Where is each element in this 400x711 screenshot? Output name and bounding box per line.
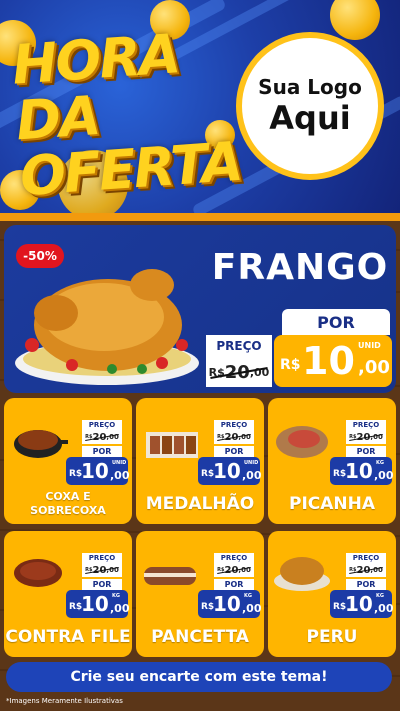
new-price-decimal: ,00 (358, 357, 390, 378)
old-price: R$20,00 (346, 563, 386, 577)
headline-line2: OFERTA (18, 129, 244, 209)
new-price: R$ 10 UNID ,00 (66, 457, 130, 485)
old-price-label: PREÇO (82, 420, 122, 430)
new-price-integer: 10 (81, 592, 109, 616)
headline-line1: HORA DA (10, 22, 181, 153)
new-price-label: POR (214, 579, 254, 590)
product-name: MEDALHÃO (145, 494, 255, 514)
old-price: R$20,00 (82, 430, 122, 444)
discount-badge: -50% (16, 244, 64, 268)
featured-product-card[interactable]: -50% FRANGO PREÇO R$ 20 ,00 POR R$ 10 UN… (4, 225, 396, 393)
old-price-label: PREÇO (82, 553, 122, 563)
headline: HORA DA OFERTA (10, 22, 243, 208)
header-divider (0, 213, 400, 221)
price-unit: KG (376, 593, 384, 599)
new-price-label: POR (346, 579, 386, 590)
new-price: R$ 10 UNID ,00 (274, 335, 392, 387)
old-price-label: PREÇO (346, 553, 386, 563)
new-price: R$ 10 KG ,00 (66, 590, 130, 618)
old-price: R$20,00 (346, 430, 386, 444)
old-price-label: PREÇO (346, 420, 386, 430)
old-price-label: PREÇO (206, 335, 272, 357)
skewers-icon (146, 432, 198, 458)
price-unit: KG (244, 593, 252, 599)
new-price-label: POR (82, 446, 122, 457)
new-price-integer: 10 (302, 339, 355, 383)
logo-placeholder[interactable]: Sua Logo Aqui (236, 32, 384, 180)
new-price: R$ 10 KG ,00 (330, 590, 394, 618)
price-unit: UNID (358, 341, 381, 350)
new-price-label: POR (214, 446, 254, 457)
chicken-leg-pan-icon (14, 430, 68, 458)
new-price-currency: R$ (280, 357, 301, 373)
product-card[interactable]: PREÇOR$20,00PORR$10KG,00PERU (268, 531, 396, 657)
product-name: PERU (306, 627, 358, 647)
new-price-decimal: ,00 (110, 469, 130, 482)
disclaimer-text: *Imagens Meramente Ilustrativas (6, 697, 123, 705)
featured-product-name: FRANGO (211, 247, 389, 288)
product-card[interactable]: PREÇOR$20,00PORR$10KG,00PANCETTA (136, 531, 264, 657)
coin-decoration (330, 0, 380, 40)
new-price-integer: 10 (81, 459, 109, 483)
price-unit: KG (112, 593, 120, 599)
new-price-decimal: ,00 (242, 469, 262, 482)
product-name: PICANHA (288, 494, 376, 514)
new-price-integer: 10 (345, 459, 373, 483)
new-price-decimal: ,00 (374, 602, 394, 615)
new-price-decimal: ,00 (242, 602, 262, 615)
old-price-label: PREÇO (214, 553, 254, 563)
old-price: R$20,00 (214, 563, 254, 577)
new-price: R$ 10 KG ,00 (330, 457, 394, 485)
product-card[interactable]: PREÇOR$20,00PORR$10UNID,00MEDALHÃO (136, 398, 264, 524)
old-price: R$20,00 (214, 430, 254, 444)
new-price-integer: 10 (213, 459, 241, 483)
new-price-decimal: ,00 (110, 602, 130, 615)
product-card[interactable]: PREÇOR$20,00PORR$10KG,00PICANHA (268, 398, 396, 524)
product-name: COXA E SOBRECOXA (30, 490, 106, 517)
new-price-label: POR (282, 309, 390, 335)
new-price: R$ 10 KG ,00 (198, 590, 262, 618)
logo-text-line2: Aqui (269, 99, 351, 137)
new-price-integer: 10 (213, 592, 241, 616)
product-name: CONTRA FILE (5, 627, 131, 647)
product-name: PANCETTA (151, 627, 249, 647)
new-price-label: POR (82, 579, 122, 590)
product-card[interactable]: PREÇOR$20,00PORR$10UNID,00COXA ESOBRECOX… (4, 398, 132, 524)
price-unit: UNID (112, 460, 127, 466)
new-price-decimal: ,00 (374, 469, 394, 482)
picanha-board-icon (276, 426, 328, 458)
header-banner: HORA DA OFERTA Sua Logo Aqui (0, 0, 400, 213)
steak-icon (14, 559, 62, 587)
new-price: R$ 10 UNID ,00 (198, 457, 262, 485)
new-price-label: POR (346, 446, 386, 457)
logo-text-line1: Sua Logo (258, 75, 362, 99)
pancetta-icon (144, 567, 196, 585)
cta-button[interactable]: Crie seu encarte com este tema! (6, 662, 392, 692)
old-price: R$ 20 ,00 (206, 357, 272, 387)
new-price-integer: 10 (345, 592, 373, 616)
roast-turkey-icon (274, 557, 330, 591)
price-unit: UNID (244, 460, 259, 466)
price-unit: KG (376, 460, 384, 466)
old-price-label: PREÇO (214, 420, 254, 430)
old-price: R$20,00 (82, 563, 122, 577)
product-card[interactable]: PREÇOR$20,00PORR$10KG,00CONTRA FILE (4, 531, 132, 657)
